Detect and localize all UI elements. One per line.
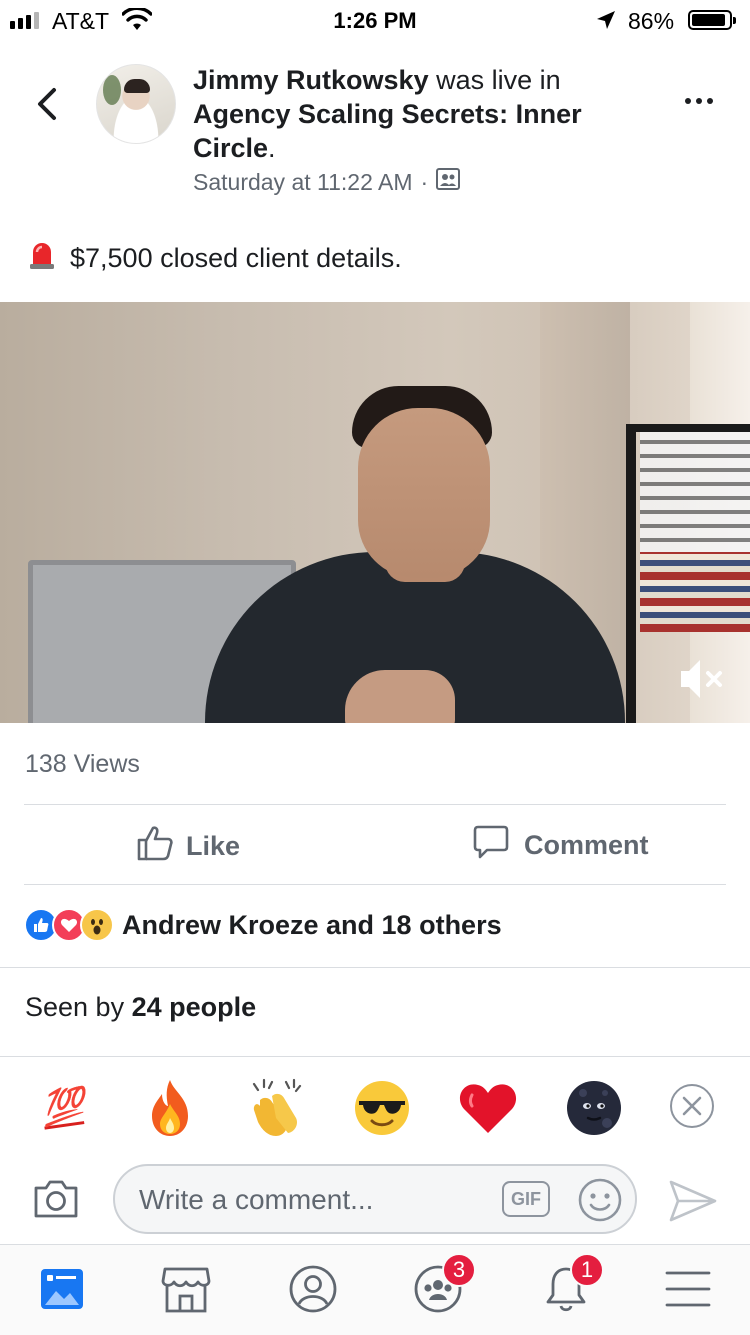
hundred-points-emoji-text: 💯 [39, 1083, 85, 1130]
back-icon[interactable] [34, 86, 60, 127]
divider [0, 967, 750, 968]
close-reactions-icon[interactable] [670, 1084, 714, 1128]
like-button[interactable]: Like [136, 824, 240, 869]
siren-icon [28, 240, 56, 277]
post-meta: Saturday at 11:22 AM · [193, 168, 461, 196]
divider [24, 804, 726, 805]
title-period: . [268, 133, 276, 163]
quick-reactions-bar: 💯 [0, 1058, 750, 1154]
live-video-player[interactable] [0, 302, 750, 723]
notifications-badge: 1 [570, 1253, 604, 1287]
status-bar: AT&T 1:26 PM 86% [0, 0, 750, 40]
clapping-hands-emoji[interactable] [244, 1076, 308, 1140]
seen-prefix: Seen by [25, 992, 125, 1022]
gif-button[interactable]: GIF [502, 1181, 550, 1217]
author-name[interactable]: Jimmy Rutkowsky [193, 65, 429, 95]
profile-icon [288, 1264, 338, 1319]
battery-icon [688, 10, 736, 30]
news-feed-icon [39, 1267, 85, 1316]
group-privacy-icon [436, 168, 461, 196]
more-options-icon[interactable] [685, 98, 713, 104]
tab-news-feed[interactable] [32, 1263, 92, 1319]
hamburger-menu-icon [665, 1269, 711, 1314]
seen-count: 24 people [131, 992, 257, 1022]
post-caption: $7,500 closed client details. [28, 240, 402, 277]
bottom-tab-bar: 3 1 [0, 1244, 750, 1335]
send-icon[interactable] [668, 1178, 718, 1229]
like-label: Like [186, 831, 241, 861]
comment-input-placeholder: Write a comment... [139, 1184, 374, 1215]
cool-sunglasses-emoji[interactable] [350, 1076, 414, 1140]
tab-marketplace[interactable] [156, 1263, 216, 1319]
sticker-smiley-icon[interactable] [577, 1177, 623, 1228]
red-heart-emoji[interactable] [456, 1076, 520, 1140]
comment-label: Comment [524, 830, 649, 860]
tab-menu[interactable] [658, 1263, 718, 1319]
fire-emoji[interactable] [138, 1076, 202, 1140]
wow-icon [80, 908, 114, 942]
reactions-summary[interactable]: Andrew Kroeze and 18 others [24, 908, 502, 942]
hundred-points-emoji[interactable]: 💯 [30, 1076, 94, 1140]
thumbs-up-icon [136, 824, 174, 869]
tab-groups[interactable]: 3 [408, 1253, 476, 1319]
group-name[interactable]: Agency Scaling Secrets: Inner Circle [193, 99, 582, 163]
divider [24, 884, 726, 885]
post-timestamp[interactable]: Saturday at 11:22 AM [193, 169, 413, 196]
view-count: 138 Views [25, 750, 140, 778]
new-moon-face-emoji[interactable] [562, 1076, 626, 1140]
post-action-text: was live in [436, 65, 561, 95]
groups-badge: 3 [442, 1253, 476, 1287]
camera-icon[interactable] [32, 1176, 80, 1225]
marketplace-shop-icon [161, 1265, 211, 1318]
post-title: Jimmy Rutkowsky was live in Agency Scali… [193, 63, 633, 165]
reactions-names: Andrew Kroeze and 18 others [122, 909, 502, 940]
caption-text: $7,500 closed client details. [70, 243, 402, 273]
comment-input[interactable]: Write a comment... GIF [113, 1164, 637, 1234]
tab-notifications[interactable]: 1 [536, 1253, 604, 1319]
battery-percent: 86% [628, 8, 675, 34]
divider [0, 1056, 750, 1057]
seen-by[interactable]: Seen by 24 people [25, 992, 256, 1023]
muted-speaker-icon[interactable] [678, 654, 728, 709]
meta-separator: · [420, 168, 429, 195]
tab-profile[interactable] [283, 1263, 343, 1319]
comment-bubble-icon [472, 824, 510, 867]
author-avatar[interactable] [96, 64, 176, 144]
comment-button[interactable]: Comment [472, 824, 649, 867]
location-arrow-icon [596, 10, 616, 36]
